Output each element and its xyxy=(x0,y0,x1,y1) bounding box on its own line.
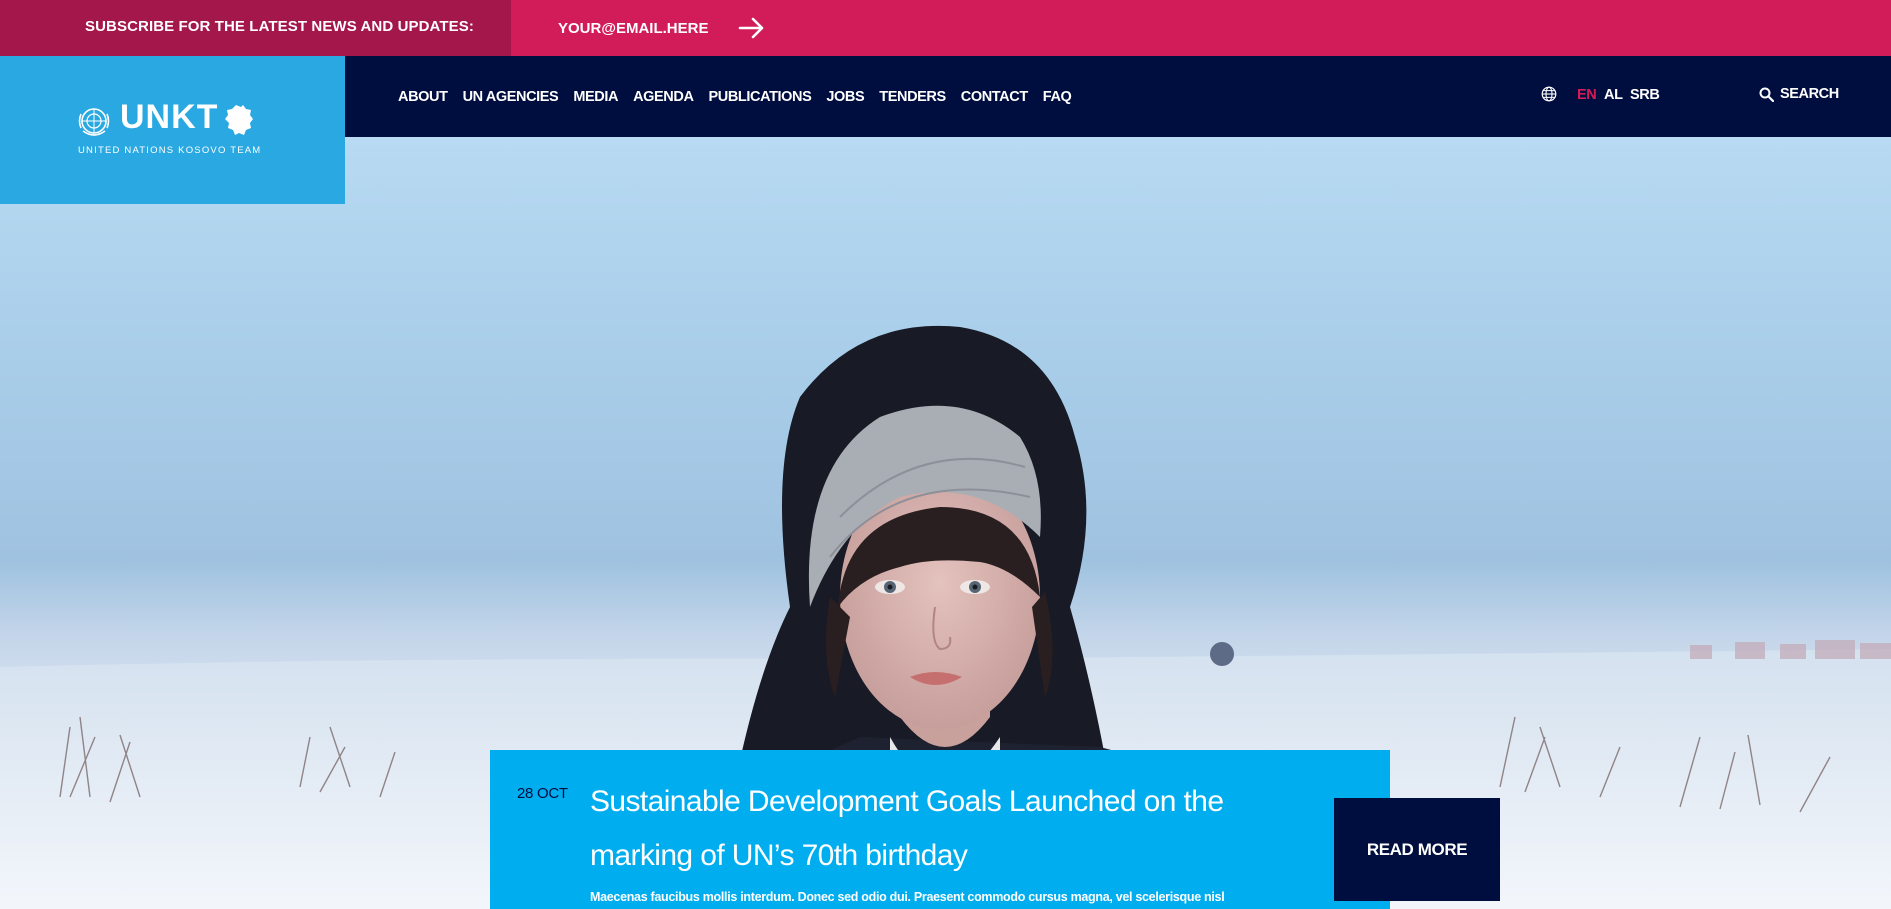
globe-icon xyxy=(1541,86,1557,102)
logo-subtitle: UNITED NATIONS KOSOVO TEAM xyxy=(78,145,262,156)
featured-excerpt: Maecenas faucibus mollis interdum. Donec… xyxy=(590,890,1225,904)
kosovo-map-icon xyxy=(225,105,253,135)
subscribe-label: SUBSCRIBE FOR THE LATEST NEWS AND UPDATE… xyxy=(85,18,474,35)
nav-item-publications[interactable]: PUBLICATIONS xyxy=(709,89,812,105)
nav-item-contact[interactable]: CONTACT xyxy=(961,89,1028,105)
featured-date: 28 OCT xyxy=(517,785,568,802)
logo-title: UNKT xyxy=(120,98,219,136)
featured-title[interactable]: Sustainable Development Goals Launched o… xyxy=(590,775,1230,883)
read-more-button[interactable]: READ MORE xyxy=(1334,798,1500,901)
nav-item-faq[interactable]: FAQ xyxy=(1043,89,1072,105)
email-input[interactable] xyxy=(558,14,758,42)
nav-item-media[interactable]: MEDIA xyxy=(573,89,618,105)
nav-item-about[interactable]: ABOUT xyxy=(398,89,448,105)
search-icon xyxy=(1759,87,1774,102)
search-button[interactable]: SEARCH xyxy=(1759,86,1839,102)
logo-link[interactable]: UNKT UNITED NATIONS KOSOVO TEAM xyxy=(0,56,345,204)
nav-item-jobs[interactable]: JOBS xyxy=(826,89,864,105)
search-label: SEARCH xyxy=(1780,86,1839,102)
lang-srb[interactable]: SRB xyxy=(1630,87,1660,103)
nav-item-tenders[interactable]: TENDERS xyxy=(879,89,946,105)
un-emblem-icon xyxy=(78,108,110,136)
arrow-right-icon[interactable] xyxy=(737,14,767,42)
primary-nav: ABOUT UN AGENCIES MEDIA AGENDA PUBLICATI… xyxy=(398,56,1072,137)
nav-item-agenda[interactable]: AGENDA xyxy=(633,89,694,105)
subscribe-label-box: SUBSCRIBE FOR THE LATEST NEWS AND UPDATE… xyxy=(0,0,511,56)
featured-news-card: 28 OCT Sustainable Development Goals Lau… xyxy=(490,750,1390,909)
subscribe-bar: SUBSCRIBE FOR THE LATEST NEWS AND UPDATE… xyxy=(0,0,1891,56)
lang-en[interactable]: EN xyxy=(1577,87,1597,103)
nav-item-un-agencies[interactable]: UN AGENCIES xyxy=(463,89,559,105)
lang-al[interactable]: AL xyxy=(1604,87,1623,103)
